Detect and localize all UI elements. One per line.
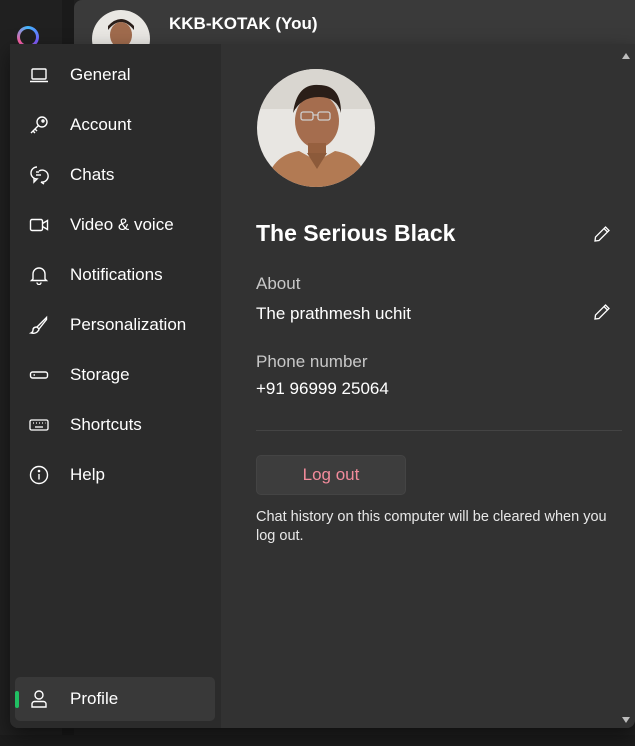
nav-item-label: General — [70, 65, 131, 84]
scroll-down-arrow-icon[interactable] — [621, 712, 631, 723]
logout-button[interactable]: Log out — [256, 455, 406, 495]
profile-photo[interactable] — [257, 69, 375, 187]
about-label: About — [256, 274, 301, 293]
phone-label: Phone number — [256, 352, 368, 371]
chat-title: KKB-KOTAK (You) — [169, 14, 318, 33]
nav-item-profile[interactable]: Profile — [15, 677, 215, 721]
nav-item-label: Chats — [70, 165, 115, 184]
profile-name: The Serious Black — [256, 220, 456, 246]
key-icon — [29, 115, 49, 135]
edit-about-pencil-icon[interactable] — [593, 303, 611, 321]
brush-icon — [28, 315, 49, 335]
keyboard-icon — [29, 415, 49, 435]
video-camera-icon — [29, 215, 49, 235]
bell-icon — [29, 265, 49, 286]
nav-item-general[interactable]: General — [15, 53, 215, 97]
about-value: The prathmesh uchit — [256, 304, 411, 323]
nav-item-account[interactable]: Account — [15, 103, 215, 147]
settings-panel: General Account Chats Video & voice Noti… — [10, 44, 635, 728]
edit-name-pencil-icon[interactable] — [593, 225, 611, 243]
active-indicator — [15, 691, 19, 708]
chat-bubbles-icon — [29, 165, 49, 185]
nav-item-label: Help — [70, 465, 105, 484]
chat-header[interactable] — [74, 0, 635, 44]
info-icon — [29, 465, 49, 485]
storage-icon — [29, 365, 49, 385]
nav-item-label: Profile — [70, 689, 119, 708]
profile-content: The Serious Black About The prathmesh uc… — [221, 44, 635, 728]
person-icon — [29, 689, 49, 709]
nav-item-shortcuts[interactable]: Shortcuts — [15, 403, 215, 447]
nav-item-label: Personalization — [70, 315, 187, 334]
logout-note: Chat history on this computer will be cl… — [256, 509, 607, 544]
nav-item-personalization[interactable]: Personalization — [15, 303, 215, 347]
nav-item-label: Shortcuts — [70, 415, 142, 434]
nav-item-label: Storage — [70, 365, 130, 384]
scroll-up-arrow-icon[interactable] — [621, 48, 631, 59]
nav-item-label: Notifications — [70, 265, 163, 284]
settings-nav: General Account Chats Video & voice Noti… — [10, 44, 221, 728]
nav-item-chats[interactable]: Chats — [15, 153, 215, 197]
nav-item-storage[interactable]: Storage — [15, 353, 215, 397]
nav-item-help[interactable]: Help — [15, 453, 215, 497]
nav-item-notifications[interactable]: Notifications — [15, 253, 215, 297]
bottom-bar — [0, 735, 635, 746]
nav-item-label: Video & voice — [70, 215, 174, 234]
nav-item-video-voice[interactable]: Video & voice — [15, 203, 215, 247]
nav-item-label: Account — [70, 115, 132, 134]
laptop-icon — [29, 65, 49, 85]
divider — [256, 430, 622, 431]
phone-value: +91 96999 25064 — [256, 379, 389, 398]
